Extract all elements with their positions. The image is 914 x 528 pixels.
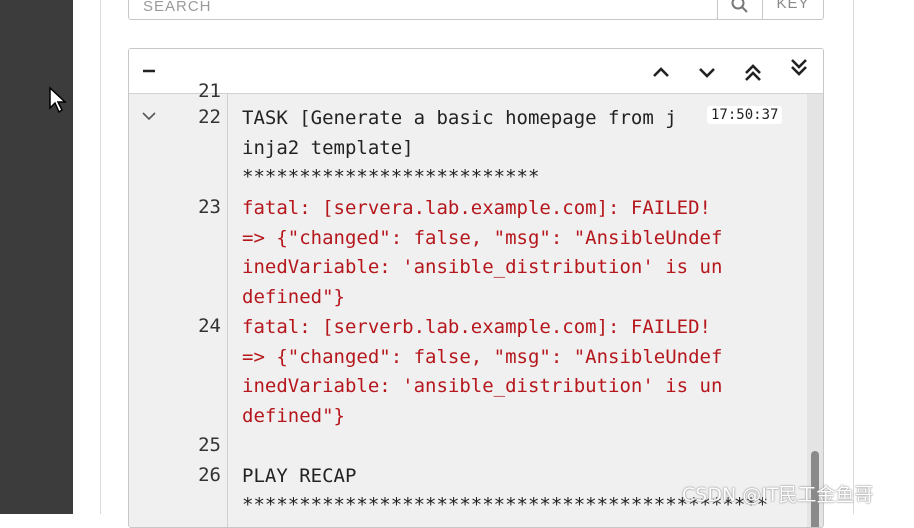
chevron-up-icon[interactable]: [650, 61, 672, 83]
double-chevron-down-icon[interactable]: [788, 57, 810, 79]
watermark: CSDN @IT民工金鱼哥: [682, 484, 874, 506]
chevron-down-icon[interactable]: [141, 110, 157, 122]
timestamp-badge: 17:50:37: [707, 106, 783, 124]
task-line-text: TASK [Generate a basic homepage from j i…: [242, 107, 677, 188]
line-number: 22: [198, 106, 221, 128]
mouse-cursor-icon: [49, 86, 67, 114]
line-number: 24: [198, 315, 221, 337]
line-gutter: [129, 94, 228, 527]
search-button[interactable]: [717, 0, 763, 20]
search-box: [128, 0, 718, 20]
error-line-text: fatal: [serverb.lab.example.com]: FAILED…: [242, 316, 723, 427]
search-input[interactable]: [141, 0, 705, 17]
line-number: 21: [198, 80, 221, 102]
play-recap-text: PLAY RECAP: [242, 465, 357, 487]
line-number: 26: [198, 464, 221, 486]
double-chevron-up-icon[interactable]: [742, 61, 764, 83]
separator-line-text: ****************************************…: [242, 494, 769, 516]
key-button[interactable]: KEY: [762, 0, 824, 20]
job-output-panel: 21 22 TASK [Generate a basic homepage fr…: [128, 48, 824, 528]
log-area: 21 22 TASK [Generate a basic homepage fr…: [129, 80, 823, 527]
left-sidebar: [0, 0, 73, 514]
line-number: 23: [198, 196, 221, 218]
chevron-down-icon[interactable]: [696, 61, 718, 83]
panel-toolbar: [129, 49, 823, 94]
error-line-text: fatal: [servera.lab.example.com]: FAILED…: [242, 197, 723, 308]
search-icon: [731, 0, 748, 13]
line-number: 25: [198, 434, 221, 456]
minus-icon[interactable]: [139, 61, 159, 81]
